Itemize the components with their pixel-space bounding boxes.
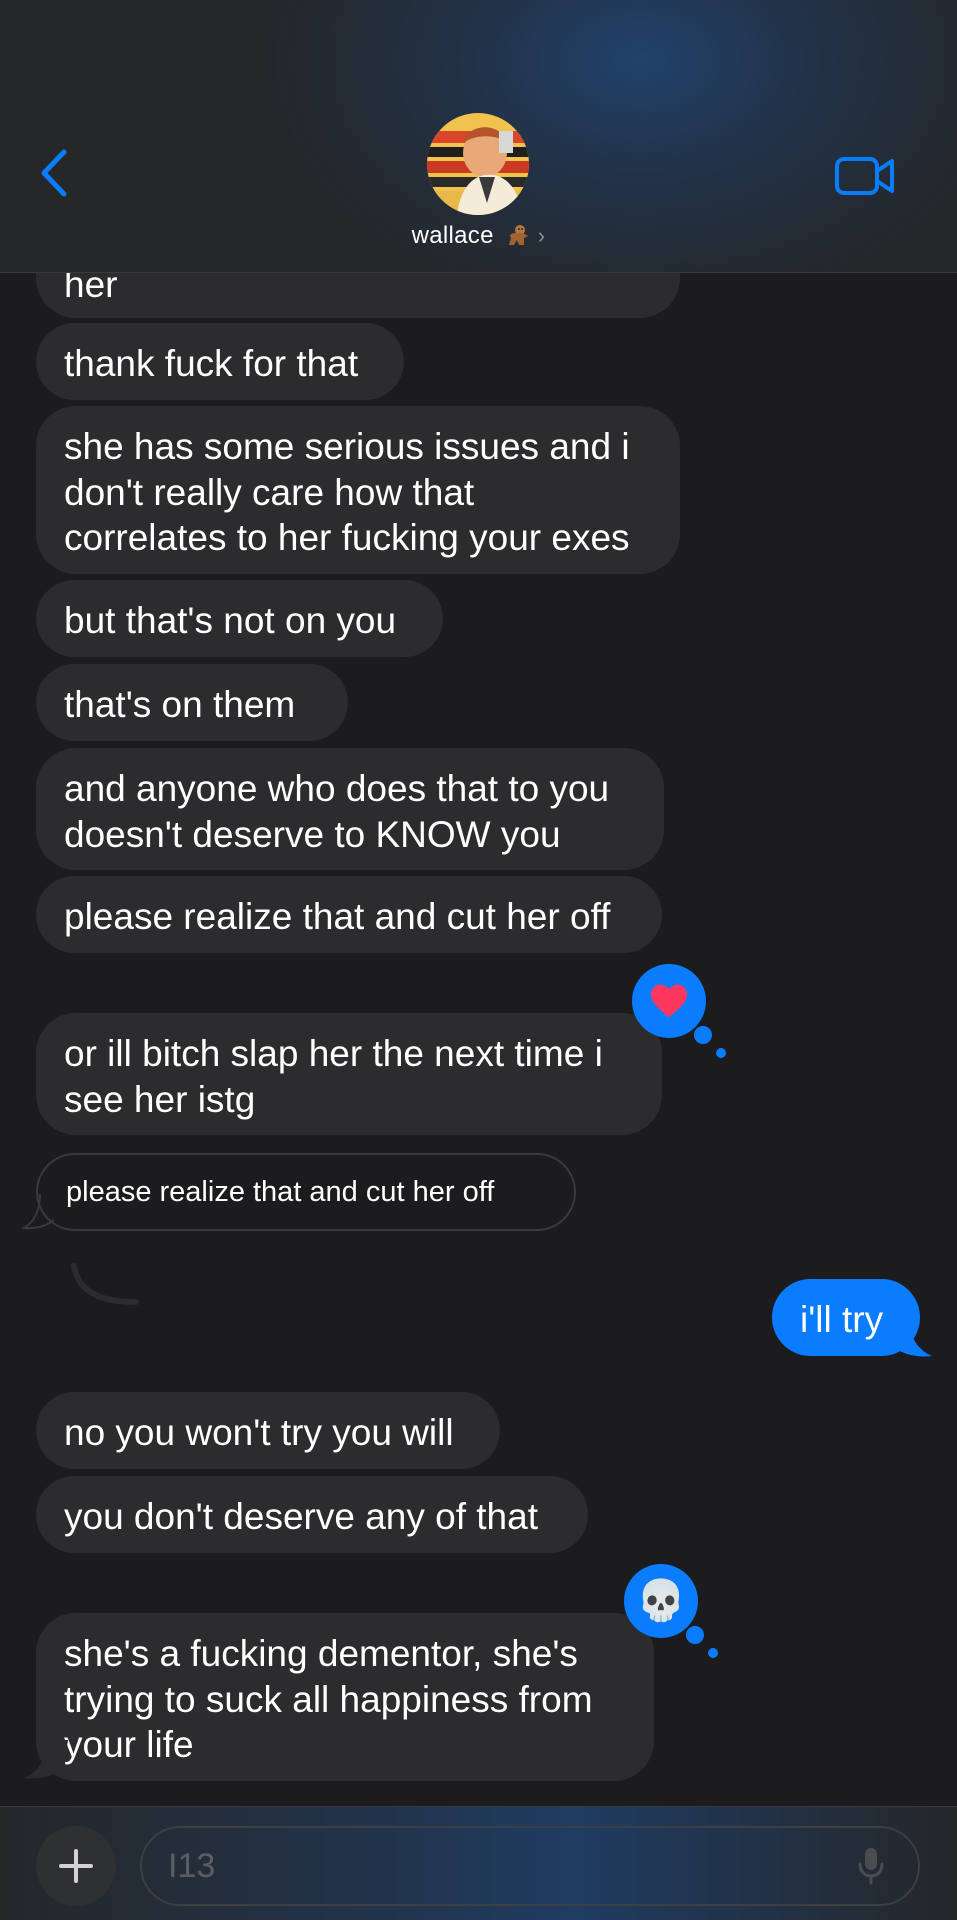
tapback-dot bbox=[708, 1648, 718, 1658]
reply-thread-line-icon bbox=[71, 1263, 139, 1305]
chevron-right-icon: › bbox=[537, 223, 546, 248]
video-call-button[interactable] bbox=[834, 153, 896, 199]
message-received[interactable]: no you won't try you will bbox=[36, 1392, 500, 1469]
microphone-icon bbox=[858, 1848, 884, 1885]
message-received[interactable]: you don't deserve any of that bbox=[36, 1476, 588, 1553]
skull-emoji-icon: 💀 bbox=[636, 1579, 686, 1623]
tapback-dot bbox=[716, 1048, 726, 1058]
message-received[interactable]: and anyone who does that to you doesn't … bbox=[36, 748, 664, 870]
plus-button[interactable] bbox=[36, 1826, 116, 1906]
messages-screen: her thank fuck for that she has some ser… bbox=[0, 0, 957, 1920]
contact-name: wallace bbox=[411, 222, 494, 249]
message-input[interactable] bbox=[140, 1826, 920, 1906]
plus-icon bbox=[59, 1849, 93, 1883]
skull-tapback-icon[interactable]: 💀 bbox=[624, 1564, 718, 1658]
message-received[interactable]: she has some serious issues and i don't … bbox=[36, 406, 680, 574]
message-received[interactable]: or ill bitch slap her the next time i se… bbox=[36, 1013, 662, 1135]
heart-tapback-icon[interactable] bbox=[632, 964, 726, 1058]
reply-quote[interactable]: please realize that and cut her off bbox=[36, 1153, 576, 1231]
tapback-dot bbox=[694, 1026, 712, 1044]
microphone-button[interactable] bbox=[856, 1846, 886, 1886]
heart-icon bbox=[651, 984, 687, 1018]
contact-name-row[interactable]: wallace › bbox=[0, 222, 957, 250]
gingerbread-emoji-icon bbox=[508, 225, 528, 245]
video-camera-icon bbox=[835, 157, 894, 195]
avatar-image-icon bbox=[427, 113, 529, 215]
message-received[interactable]: thank fuck for that bbox=[36, 323, 404, 400]
message-received[interactable]: she's a fucking dementor, she's trying t… bbox=[36, 1613, 654, 1781]
chevron-left-icon bbox=[41, 149, 67, 197]
message-received[interactable]: but that's not on you bbox=[36, 580, 443, 657]
back-button[interactable] bbox=[38, 148, 88, 204]
sent-bubble-tail-icon bbox=[888, 1318, 932, 1357]
received-bubble-tail-icon bbox=[24, 1740, 68, 1779]
tapback-dot bbox=[686, 1626, 704, 1644]
conversation-header: wallace › bbox=[0, 0, 957, 273]
reply-quote-tail-icon bbox=[20, 1193, 55, 1230]
avatar[interactable] bbox=[427, 113, 529, 215]
message-received[interactable]: please realize that and cut her off bbox=[36, 876, 662, 953]
message-received[interactable]: that's on them bbox=[36, 664, 348, 741]
